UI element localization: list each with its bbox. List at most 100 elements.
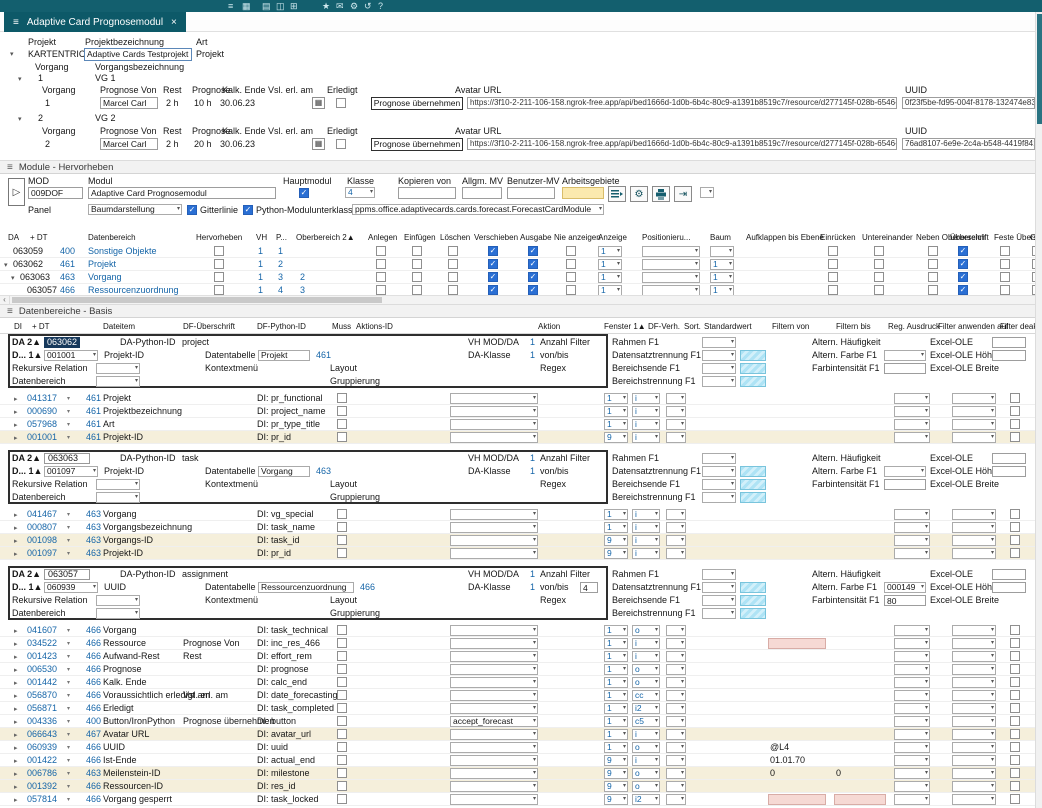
ausgabe-checkbox[interactable]: ✓ — [528, 246, 538, 256]
neben-checkbox[interactable] — [928, 259, 938, 269]
di-number[interactable]: 041607 — [27, 625, 57, 636]
reg-ausdruck-select[interactable]: ▾ — [894, 638, 930, 649]
di-caret-icon[interactable]: ▾ — [67, 730, 70, 741]
row-expand-icon[interactable]: ▸ — [14, 420, 18, 431]
di-caret-icon[interactable]: ▾ — [67, 433, 70, 444]
anlegen-checkbox[interactable] — [376, 285, 386, 295]
reg-ausdruck-select[interactable]: ▾ — [894, 535, 930, 546]
frame-field-select[interactable]: ▾ — [702, 363, 736, 374]
di-caret-icon[interactable]: ▾ — [67, 549, 70, 560]
loeschen-checkbox[interactable] — [448, 272, 458, 282]
fenster-select[interactable]: 1▾ — [604, 638, 628, 649]
sort-select[interactable]: ▾ — [666, 638, 686, 649]
prognose-uebernehmen-button[interactable]: Prognose übernehmen — [371, 97, 463, 110]
df-verh-select[interactable]: i▾ — [632, 729, 660, 740]
di-caret-icon[interactable]: ▾ — [67, 756, 70, 767]
hscroll-thumb[interactable] — [12, 297, 382, 303]
nie-checkbox[interactable] — [566, 285, 576, 295]
row-expand-icon[interactable]: ▸ — [14, 639, 18, 650]
filter-deak-checkbox[interactable] — [1010, 690, 1020, 700]
filter-anwenden-select[interactable]: ▾ — [952, 703, 996, 714]
sort-select[interactable]: ▾ — [666, 729, 686, 740]
modul-input[interactable]: Adaptive Card Prognosemodul — [88, 187, 276, 199]
df-verh-select[interactable]: i2▾ — [632, 703, 660, 714]
date-picker-button[interactable]: ▦ — [312, 97, 325, 109]
uuid-input[interactable]: 0f23f5be-fd95-004f-8178-132474e8386e — [902, 97, 1035, 109]
df-verh-select[interactable]: o▾ — [632, 742, 660, 753]
fenster-select[interactable]: 1▾ — [604, 393, 628, 404]
feste-checkbox[interactable] — [1000, 272, 1010, 282]
feste-checkbox[interactable] — [1000, 259, 1010, 269]
reg-ausdruck-select[interactable]: ▾ — [894, 781, 930, 792]
di-number[interactable]: 000690 — [27, 406, 57, 417]
di-number[interactable]: 001422 — [27, 755, 57, 766]
aktion-select[interactable]: ▾ — [450, 664, 538, 675]
hauptmodul-checkbox[interactable]: ✓ — [299, 188, 309, 198]
row-expand-icon[interactable]: ▸ — [14, 730, 18, 741]
da-id-selected[interactable]: 063062 — [44, 337, 80, 348]
row-expand-icon[interactable]: ▸ — [14, 795, 18, 806]
row-expand-icon[interactable]: ▸ — [14, 704, 18, 715]
excel-ole-hoehe-input[interactable] — [992, 466, 1026, 477]
baum-select[interactable]: ▾ — [710, 246, 734, 257]
excel-ole-input[interactable] — [992, 337, 1026, 348]
aktion-select[interactable]: ▾ — [450, 509, 538, 520]
menu-icon[interactable]: ≡ — [228, 1, 233, 11]
di-caret-icon[interactable]: ▾ — [67, 665, 70, 676]
datenbereich-name[interactable]: Sonstige Objekte — [88, 246, 157, 257]
hervorheben-checkbox[interactable] — [214, 272, 224, 282]
df-verh-select[interactable]: cc▾ — [632, 690, 660, 701]
filter-deak-checkbox[interactable] — [1010, 742, 1020, 752]
di-number[interactable]: 041467 — [27, 509, 57, 520]
fenster-select[interactable]: 1▾ — [604, 625, 628, 636]
filter-anwenden-select[interactable]: ▾ — [952, 664, 996, 675]
muss-checkbox[interactable] — [337, 548, 347, 558]
excel-ole-input[interactable] — [992, 569, 1026, 580]
gitterlinie-checkbox[interactable]: ✓ — [187, 205, 197, 215]
filter-deak-checkbox[interactable] — [1010, 432, 1020, 442]
reg-ausdruck-select[interactable]: ▾ — [894, 509, 930, 520]
expand-arrow-icon[interactable]: ▾ — [18, 74, 22, 85]
aktion-select[interactable]: ▾ — [450, 651, 538, 662]
filter-deak-checkbox[interactable] — [1010, 781, 1020, 791]
pattern-swatch[interactable] — [740, 376, 766, 387]
di-number[interactable]: 056870 — [27, 690, 57, 701]
frame-field-select[interactable]: ▾ — [702, 350, 736, 361]
di-number[interactable]: 001423 — [27, 651, 57, 662]
filter-anwenden-select[interactable]: ▾ — [952, 432, 996, 443]
module-list-button[interactable] — [608, 186, 626, 202]
di-select[interactable]: 001001▾ — [44, 350, 98, 361]
grid-icon[interactable]: ▦ — [242, 1, 251, 11]
filter-anwenden-select[interactable]: ▾ — [952, 768, 996, 779]
datentabelle-value[interactable]: Ressourcenzuordnung — [258, 582, 354, 593]
verschieben-checkbox[interactable]: ✓ — [488, 246, 498, 256]
rekursive-relation-select[interactable]: ▾ — [96, 479, 140, 490]
anlegen-checkbox[interactable] — [376, 246, 386, 256]
filter-anwenden-select[interactable]: ▾ — [952, 419, 996, 430]
sort-select[interactable]: ▾ — [666, 768, 686, 779]
section-menu-icon[interactable]: ≡ — [7, 306, 13, 317]
scroll-left-icon[interactable]: ‹ — [0, 296, 10, 304]
farbintensitaet-input[interactable] — [884, 479, 926, 490]
frame-field-select[interactable]: ▾ — [702, 595, 736, 606]
verschieben-checkbox[interactable]: ✓ — [488, 259, 498, 269]
hervorheben-checkbox[interactable] — [214, 246, 224, 256]
di-number[interactable]: 006786 — [27, 768, 57, 779]
di-caret-icon[interactable]: ▾ — [67, 717, 70, 728]
filter-deak-checkbox[interactable] — [1010, 768, 1020, 778]
anzahl-filter-value[interactable]: 4 — [580, 582, 598, 593]
reg-ausdruck-select[interactable]: ▾ — [894, 419, 930, 430]
muss-checkbox[interactable] — [337, 703, 347, 713]
filter-deak-checkbox[interactable] — [1010, 419, 1020, 429]
di-number[interactable]: 034522 — [27, 638, 57, 649]
rekursive-relation-select[interactable]: ▾ — [96, 595, 140, 606]
sort-select[interactable]: ▾ — [666, 509, 686, 520]
di-number[interactable]: 001392 — [27, 781, 57, 792]
aktion-select[interactable]: ▾ — [450, 548, 538, 559]
favorites-icon[interactable]: ★ — [322, 1, 330, 11]
muss-checkbox[interactable] — [337, 651, 347, 661]
di-number[interactable]: 001098 — [27, 535, 57, 546]
aktion-select[interactable]: ▾ — [450, 535, 538, 546]
excel-ole-hoehe-input[interactable] — [992, 582, 1026, 593]
sort-select[interactable]: ▾ — [666, 522, 686, 533]
